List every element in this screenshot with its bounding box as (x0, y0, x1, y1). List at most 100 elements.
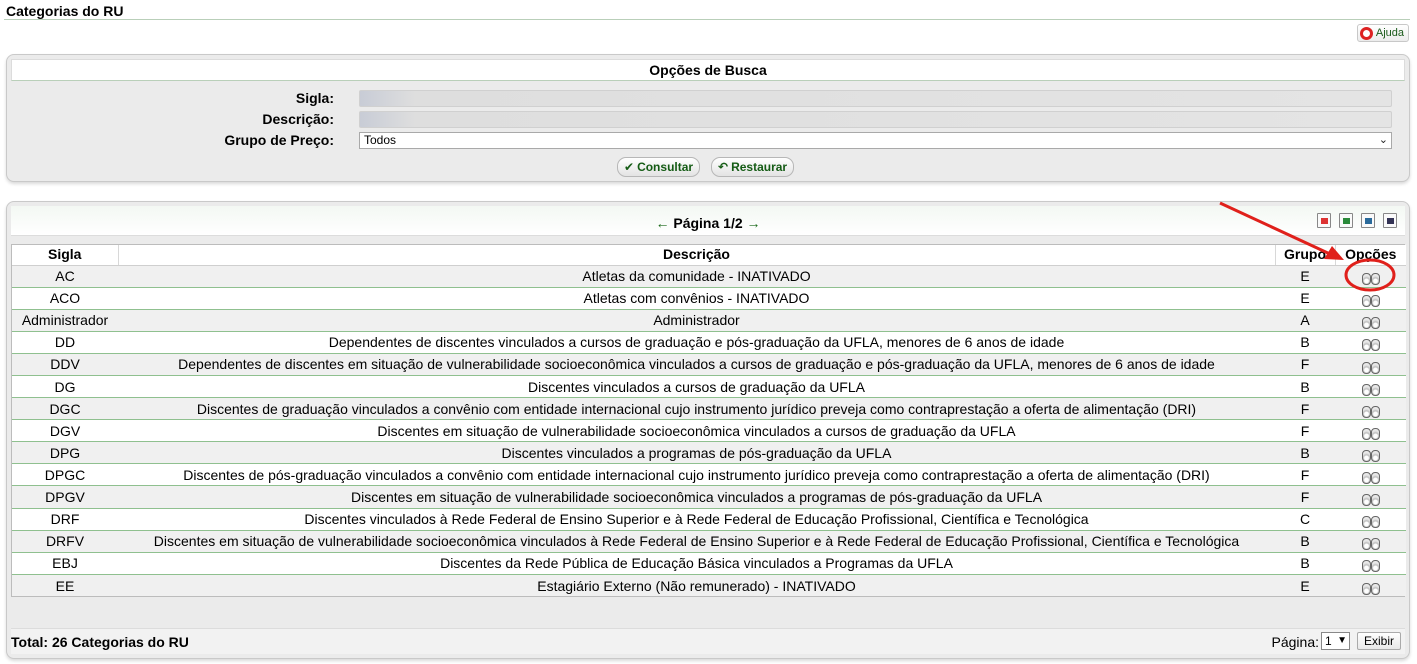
table-row: Administrador Administrador A (12, 309, 1406, 332)
page-select[interactable]: 1 ▼ (1321, 632, 1350, 650)
cell-sigla: DG (12, 375, 118, 399)
export-toolbar (1317, 213, 1397, 228)
cell-grupo: B (1275, 331, 1335, 354)
document-export-icon[interactable] (1383, 213, 1397, 228)
undo-icon: ↶ (718, 160, 729, 174)
cell-opcoes (1335, 397, 1406, 421)
table-row: DDV Dependentes de discentes em situação … (12, 353, 1406, 376)
table-row: DGV Discentes em situação de vulnerabilid… (12, 419, 1406, 443)
cell-opcoes (1335, 265, 1406, 288)
table-row: DG Discentes vinculados a cursos de gradu… (12, 375, 1406, 399)
cell-descricao: Administrador (118, 309, 1275, 332)
cell-sigla: EBJ (12, 552, 118, 575)
cell-opcoes (1335, 309, 1406, 332)
cell-descricao: Discentes de graduação vinculados a conv… (118, 397, 1275, 421)
cell-grupo: B (1275, 530, 1335, 553)
title-divider (4, 19, 1410, 20)
cell-descricao: Dependentes de discentes em situação de … (118, 353, 1275, 376)
binoculars-icon[interactable] (1361, 270, 1380, 286)
binoculars-icon[interactable] (1361, 336, 1380, 352)
binoculars-icon[interactable] (1361, 403, 1380, 418)
restaurar-button[interactable]: ↶ Restaurar (711, 157, 795, 177)
cell-opcoes (1335, 375, 1406, 399)
cell-opcoes (1335, 463, 1406, 487)
cell-sigla: ACO (12, 287, 118, 310)
binoculars-icon[interactable] (1361, 425, 1380, 440)
pager-bar: ← Página 1/2 → (11, 206, 1405, 236)
exibir-button[interactable]: Exibir (1357, 632, 1401, 650)
table-row: EBJ Discentes da Rede Pública de Educação… (12, 552, 1406, 575)
cell-grupo: F (1275, 485, 1335, 509)
consultar-button[interactable]: ✔ Consultar (617, 157, 701, 177)
search-panel: Opções de Busca Sigla: Descrição: Grupo … (6, 54, 1410, 182)
cell-grupo: F (1275, 353, 1335, 376)
cell-sigla: DGC (12, 397, 118, 421)
cell-sigla: AC (12, 265, 118, 288)
binoculars-icon[interactable] (1361, 359, 1380, 374)
page-title: Categorias do RU (6, 3, 124, 19)
binoculars-icon[interactable] (1361, 491, 1380, 507)
cell-opcoes (1335, 331, 1406, 354)
spreadsheet-export-icon[interactable] (1361, 213, 1375, 228)
cell-descricao: Discentes em situação de vulnerabilidade… (118, 530, 1275, 553)
cell-opcoes (1335, 353, 1406, 376)
cell-sigla: EE (12, 574, 118, 597)
cell-descricao: Atletas com convênios - INATIVADO (118, 287, 1275, 310)
table-row: DPG Discentes vinculados a programas de p… (12, 441, 1406, 465)
cell-sigla: DD (12, 331, 118, 354)
descricao-label: Descrição: (262, 111, 334, 127)
cell-descricao: Discentes em situação de vulnerabilidade… (118, 419, 1275, 443)
binoculars-icon[interactable] (1361, 469, 1380, 485)
cell-sigla: DPG (12, 441, 118, 465)
cell-grupo: B (1275, 441, 1335, 465)
total-count: Total: 26 Categorias do RU (11, 634, 189, 650)
descricao-input[interactable] (359, 111, 1392, 128)
cell-descricao: Atletas da comunidade - INATIVADO (118, 265, 1275, 288)
help-label: Ajuda (1375, 27, 1404, 39)
lifebuoy-icon (1359, 26, 1373, 40)
binoculars-icon[interactable] (1361, 580, 1380, 595)
page-select-value: 1 (1325, 634, 1332, 648)
grupo-preco-value: Todos (364, 133, 397, 147)
binoculars-icon[interactable] (1361, 557, 1380, 573)
next-page-arrow[interactable]: → (747, 215, 761, 231)
table-row: ACO Atletas com convênios - INATIVADO E (12, 287, 1406, 310)
results-footer: Total: 26 Categorias do RU Página: 1 ▼ E… (11, 628, 1405, 654)
cell-opcoes (1335, 508, 1406, 531)
binoculars-icon[interactable] (1361, 535, 1380, 551)
binoculars-icon[interactable] (1361, 513, 1380, 529)
binoculars-icon[interactable] (1361, 292, 1380, 308)
table-row: EE Estagiário Externo (Não remunerado) - … (12, 574, 1406, 597)
chevron-down-icon: ⌄ (1378, 134, 1388, 146)
cell-sigla: DRF (12, 508, 118, 531)
page-indicator: Página 1/2 (673, 215, 743, 231)
table-row: DRF Discentes vinculados à Rede Federal d… (12, 508, 1406, 531)
binoculars-icon[interactable] (1361, 447, 1380, 462)
cell-grupo: A (1275, 309, 1335, 332)
column-header-descricao[interactable]: Descrição (118, 245, 1276, 266)
cell-grupo: C (1275, 508, 1335, 531)
excel-export-icon[interactable] (1339, 213, 1353, 228)
sigla-input[interactable] (359, 90, 1392, 107)
cell-sigla: DRFV (12, 530, 118, 553)
binoculars-icon[interactable] (1361, 381, 1380, 396)
cell-descricao: Discentes em situação de vulnerabilidade… (118, 485, 1275, 509)
cell-descricao: Dependentes de discentes vinculados a cu… (118, 331, 1275, 354)
column-header-sigla[interactable]: Sigla (12, 245, 119, 266)
column-header-grupo[interactable]: Grupo (1275, 245, 1336, 266)
help-button[interactable]: Ajuda (1356, 24, 1409, 42)
restaurar-label: Restaurar (731, 160, 788, 174)
grupo-preco-label: Grupo de Preço: (224, 132, 334, 148)
cell-opcoes (1335, 552, 1406, 575)
table-row: DPGV Discentes em situação de vulnerabili… (12, 485, 1406, 509)
sigla-row: Sigla: (11, 89, 1405, 107)
cell-descricao: Discentes vinculados à Rede Federal de E… (118, 508, 1275, 531)
pdf-export-icon[interactable] (1317, 213, 1331, 228)
cell-grupo: F (1275, 397, 1335, 421)
previous-page-arrow[interactable]: ← (655, 215, 669, 231)
sigla-label: Sigla: (295, 90, 334, 106)
grupo-row: Grupo de Preço: Todos ⌄ (11, 131, 1405, 149)
cell-grupo: E (1275, 287, 1335, 310)
binoculars-icon[interactable] (1361, 314, 1380, 330)
grupo-preco-select[interactable]: Todos ⌄ (359, 132, 1392, 149)
